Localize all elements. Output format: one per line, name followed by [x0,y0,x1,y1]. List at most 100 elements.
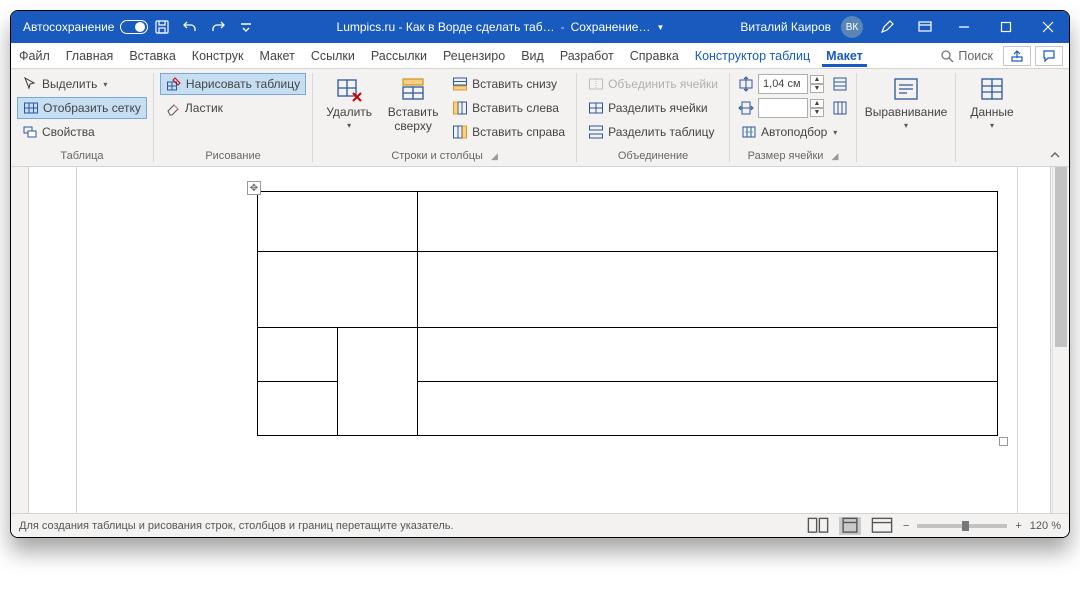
col-distribute-icon[interactable] [832,100,848,116]
status-hint: Для создания таблицы и рисования строк, … [19,520,454,532]
save-status: Сохранение… [571,20,651,34]
zoom-control[interactable]: − + 120 % [903,520,1061,532]
save-status-dropdown[interactable]: ▼ [656,23,664,32]
document-table[interactable]: ✥ [257,191,998,436]
tab-developer[interactable]: Разработ [552,43,622,68]
autofit-button[interactable]: Автоподбор ▾ [736,121,850,143]
merge-icon [588,76,604,92]
dialog-launcher-icon[interactable]: ◢ [831,151,838,162]
properties-icon [22,124,38,140]
tab-insert[interactable]: Вставка [121,43,183,68]
tab-table-design[interactable]: Конструктор таблиц [687,43,818,68]
share-button[interactable] [1003,46,1031,66]
redo-button[interactable] [208,17,228,37]
ribbon-display-icon[interactable] [915,17,935,37]
pencil-table-icon [166,76,182,92]
data-button[interactable]: Данные ▾ [962,73,1022,132]
row-height-icon [738,76,754,92]
app-window: Автосохранение Lumpics.ru - Как в Ворде … [10,10,1070,538]
zoom-slider[interactable] [917,524,1007,528]
autosave-toggle[interactable] [120,20,148,34]
maximize-button[interactable] [985,11,1027,43]
table-resize-handle-icon[interactable] [999,437,1008,446]
row-distribute-icon[interactable] [832,76,848,92]
data-icon [978,75,1006,103]
delete-button[interactable]: Удалить ▾ [319,73,379,146]
tab-help[interactable]: Справка [622,43,687,68]
user-name: Виталий Каиров [740,20,831,34]
insert-right-button[interactable]: Вставить справа [447,121,570,143]
merge-cells-button: Объединить ячейки [583,73,723,95]
insert-above-button[interactable]: Вставить сверху [383,73,443,146]
autosave-control[interactable]: Автосохранение [23,20,148,34]
table-move-handle-icon[interactable]: ✥ [247,181,261,195]
minimize-button[interactable] [943,11,985,43]
page: ✥ [77,167,1017,513]
group-cell-size: 1,04 см ▲▼ ▲▼ [730,69,856,166]
ribbon: Выделить ▾ Отобразить сетку Свойства Таб… [11,69,1069,167]
read-mode-button[interactable] [807,517,829,535]
table-row[interactable] [258,252,998,328]
autofit-icon [741,124,757,140]
search-box[interactable]: Поиск [934,49,999,63]
group-merge: Объединить ячейки Разделить ячейки Разде… [577,69,729,166]
title-center: Lumpics.ru - Как в Ворде сделать таб… - … [260,20,740,34]
tab-file[interactable]: Файл [11,43,58,68]
group-draw: Нарисовать таблицу Ластик Рисование [154,69,312,166]
eraser-button[interactable]: Ластик [160,97,306,119]
insert-below-icon [452,76,468,92]
split-cells-button[interactable]: Разделить ячейки [583,97,723,119]
delete-table-icon [335,75,363,103]
insert-left-button[interactable]: Вставить слева [447,97,570,119]
ribbon-tabs: Файл Главная Вставка Конструк Макет Ссыл… [11,43,1069,69]
autosave-label: Автосохранение [23,20,114,34]
search-label: Поиск [958,49,993,63]
row-height-field[interactable]: 1,04 см ▲▼ [736,73,850,95]
tab-view[interactable]: Вид [513,43,552,68]
qat-customize[interactable] [236,17,256,37]
tab-references[interactable]: Ссылки [303,43,363,68]
tab-review[interactable]: Рецензиро [435,43,513,68]
table-row[interactable] [258,328,998,382]
save-button[interactable] [152,17,172,37]
user-area: Виталий Каиров ВК [740,16,939,38]
avatar[interactable]: ВК [841,16,863,38]
group-alignment: Выравнивание ▾ [857,69,955,166]
scroll-thumb[interactable] [1055,167,1067,347]
close-button[interactable] [1027,11,1069,43]
collapse-ribbon-button[interactable] [1041,69,1069,166]
properties-button[interactable]: Свойства [17,121,147,143]
group-table: Выделить ▾ Отобразить сетку Свойства Таб… [11,69,153,166]
group-draw-label: Рисование [160,146,306,166]
zoom-in-button[interactable]: + [1015,520,1021,532]
insert-below-button[interactable]: Вставить снизу [447,73,570,95]
page-pane[interactable]: ✥ [29,167,1051,513]
group-rows-columns: Удалить ▾ Вставить сверху Вставить снизу… [313,69,576,166]
table[interactable] [257,191,998,436]
split-table-button[interactable]: Разделить таблицу [583,121,723,143]
print-layout-button[interactable] [839,517,861,535]
view-gridlines-button[interactable]: Отобразить сетку [17,97,147,119]
group-cell-size-label: Размер ячейки◢ [736,146,850,166]
table-row[interactable] [258,192,998,252]
pen-settings-icon[interactable] [877,17,897,37]
tab-design[interactable]: Конструк [184,43,252,68]
tab-table-layout[interactable]: Макет [818,43,871,68]
col-width-field[interactable]: ▲▼ [736,97,850,119]
document-area: ✥ [11,167,1069,513]
web-layout-button[interactable] [871,517,893,535]
comments-button[interactable] [1035,46,1063,66]
zoom-out-button[interactable]: − [903,520,909,532]
tab-home[interactable]: Главная [58,43,122,68]
select-button[interactable]: Выделить ▾ [17,73,147,95]
dialog-launcher-icon[interactable]: ◢ [491,151,498,162]
undo-button[interactable] [180,17,200,37]
draw-table-button[interactable]: Нарисовать таблицу [160,73,306,95]
col-width-icon [738,100,754,116]
tab-layout[interactable]: Макет [251,43,302,68]
vertical-scrollbar[interactable] [1051,167,1069,513]
alignment-button[interactable]: Выравнивание ▾ [863,73,949,132]
zoom-value[interactable]: 120 % [1030,520,1061,532]
tab-mailings[interactable]: Рассылки [363,43,435,68]
alignment-icon [892,75,920,103]
